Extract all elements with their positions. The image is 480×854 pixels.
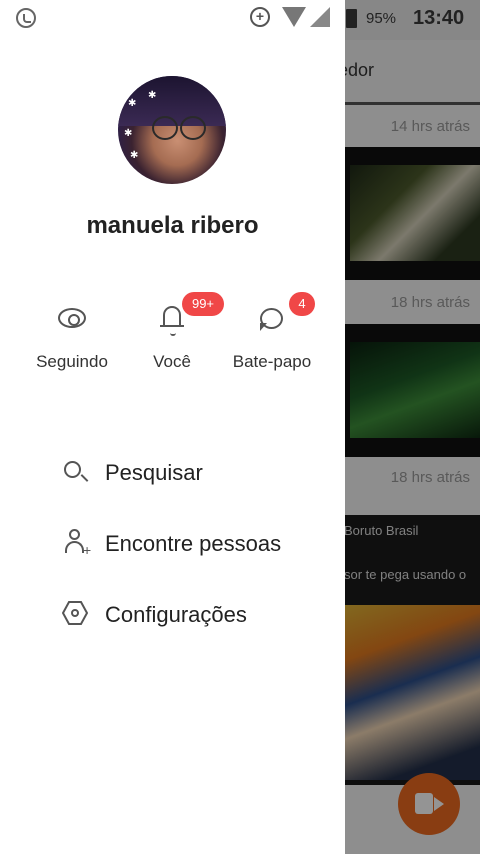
menu-item-find-people[interactable]: + Encontre pessoas xyxy=(60,523,330,567)
navigation-drawer: ✱ ✱ ✱ ✱ manuela ribero Seguindo 99+ Você… xyxy=(0,0,345,854)
notification-badge: 99+ xyxy=(182,292,224,316)
signal-icon xyxy=(310,7,330,27)
menu-item-label: Configurações xyxy=(105,602,247,627)
clock: 13:40 xyxy=(413,7,465,29)
settings-icon xyxy=(62,601,88,625)
profile-avatar[interactable]: ✱ ✱ ✱ ✱ xyxy=(118,76,226,184)
menu-item-search[interactable]: Pesquisar xyxy=(60,452,330,496)
menu-item-label: Encontre pessoas xyxy=(105,531,282,556)
eye-icon xyxy=(58,308,86,328)
chat-icon xyxy=(260,308,283,331)
chat-badge: 4 xyxy=(289,292,315,316)
data-saver-icon: + xyxy=(250,7,270,27)
add-person-icon: + xyxy=(64,529,91,557)
quick-action-label: Bate-papo xyxy=(232,352,312,371)
status-bar: + 95% 13:40 xyxy=(0,0,480,38)
whatsapp-icon xyxy=(16,8,36,28)
search-icon xyxy=(64,461,81,478)
profile-username[interactable]: manuela ribero xyxy=(0,212,345,240)
battery-percent: 95% xyxy=(366,10,397,27)
bell-icon xyxy=(160,306,184,336)
wifi-icon xyxy=(282,7,306,27)
menu-item-label: Pesquisar xyxy=(105,460,203,485)
quick-action-label: Você xyxy=(153,352,191,371)
battery-icon xyxy=(346,9,357,28)
menu-item-settings[interactable]: Configurações xyxy=(60,594,330,638)
quick-action-label: Seguindo xyxy=(36,352,108,371)
